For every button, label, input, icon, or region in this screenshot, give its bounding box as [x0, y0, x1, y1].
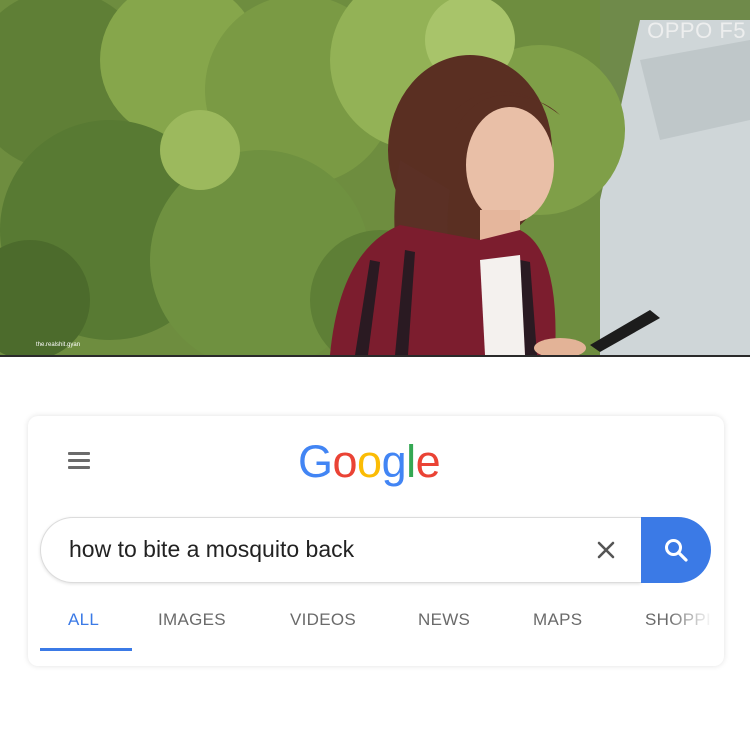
search-tabs: ALL IMAGES VIDEOS NEWS MAPS SHOPPI	[28, 606, 724, 651]
tab-maps[interactable]: MAPS	[533, 610, 582, 630]
search-icon	[665, 539, 688, 562]
google-search-card: Google how to bite a mosquito back ALL I…	[28, 416, 724, 666]
logo-letter: G	[298, 436, 333, 487]
search-query[interactable]: how to bite a mosquito back	[69, 536, 354, 563]
tab-videos[interactable]: VIDEOS	[290, 610, 356, 630]
logo-letter: g	[381, 436, 407, 487]
logo-letter: e	[415, 436, 441, 487]
logo-letter: o	[332, 436, 358, 487]
google-logo: Google	[298, 436, 441, 488]
tab-shopping[interactable]: SHOPPI	[645, 610, 711, 630]
tab-all[interactable]: ALL	[68, 610, 99, 630]
search-button[interactable]	[641, 517, 711, 583]
logo-letter: l	[406, 436, 416, 487]
device-watermark: OPPO F5	[647, 18, 746, 43]
search-bar: how to bite a mosquito back	[40, 517, 711, 583]
scene-photo: OPPO F5 the.realshit.gyan	[0, 0, 750, 355]
search-input[interactable]: how to bite a mosquito back	[40, 517, 641, 583]
scene-illustration	[0, 0, 750, 355]
divider-line	[0, 355, 750, 357]
tab-images[interactable]: IMAGES	[158, 610, 226, 630]
active-tab-indicator	[40, 648, 132, 651]
photo-credit: the.realshit.gyan	[36, 342, 81, 348]
close-icon[interactable]	[594, 538, 618, 562]
tab-news[interactable]: NEWS	[418, 610, 470, 630]
menu-icon[interactable]	[68, 452, 90, 470]
logo-letter: o	[357, 436, 382, 487]
